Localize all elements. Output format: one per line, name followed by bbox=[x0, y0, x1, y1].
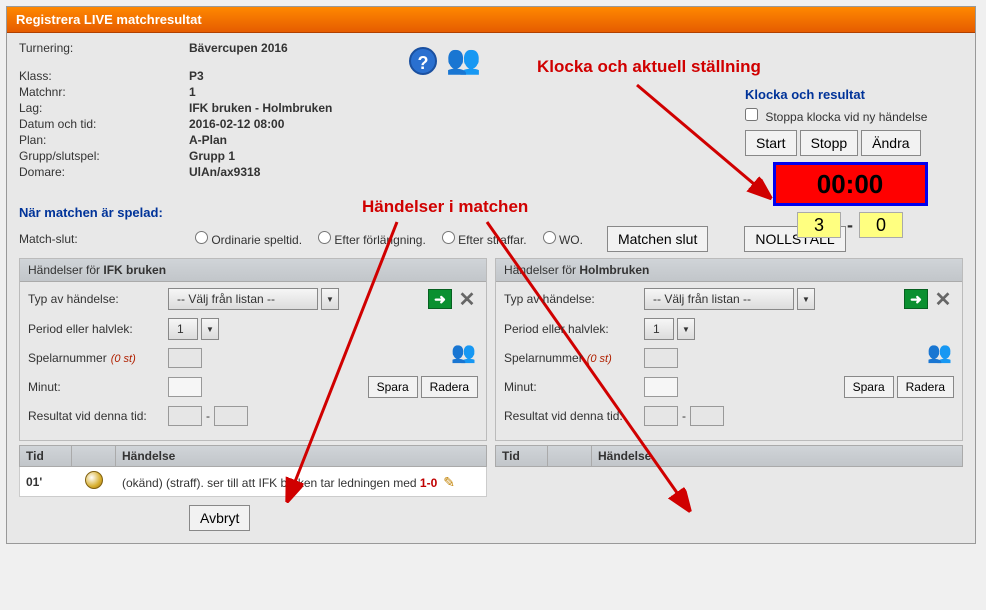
playernum-count: (0 st) bbox=[587, 353, 612, 365]
period-caret[interactable]: ▼ bbox=[677, 318, 695, 340]
ball-icon bbox=[85, 471, 103, 489]
playernum-input[interactable] bbox=[644, 348, 678, 368]
home-team-panel: Händelser för IFK bruken ➜ ✕ 👥 Typ av hä… bbox=[19, 258, 487, 441]
value-ref: UlAn/ax9318 bbox=[189, 165, 399, 179]
value-tournament: Bävercupen 2016 bbox=[189, 41, 399, 55]
label-group: Grupp/slutspel: bbox=[19, 149, 189, 163]
playernum-label: Spelarnummer bbox=[504, 351, 583, 365]
value-group: Grupp 1 bbox=[189, 149, 399, 163]
playernum-input[interactable] bbox=[168, 348, 202, 368]
result-at-label: Resultat vid denna tid: bbox=[28, 409, 168, 423]
event-type-caret[interactable]: ▼ bbox=[797, 288, 815, 310]
value-teams: IFK bruken - Holmbruken bbox=[189, 101, 399, 115]
people-icon[interactable]: 👥 bbox=[927, 340, 952, 365]
clock-heading: Klocka och resultat bbox=[745, 87, 955, 102]
save-button[interactable]: Spara bbox=[368, 376, 418, 398]
result-home-input[interactable] bbox=[644, 406, 678, 426]
event-type-caret[interactable]: ▼ bbox=[321, 288, 339, 310]
label-matchnr: Matchnr: bbox=[19, 85, 189, 99]
label-teams: Lag: bbox=[19, 101, 189, 115]
submit-icon[interactable]: ➜ bbox=[428, 289, 452, 309]
help-icon[interactable]: ? bbox=[409, 47, 437, 75]
result-dash: - bbox=[682, 409, 686, 423]
window-title: Registrera LIVE matchresultat bbox=[7, 7, 975, 33]
clock-display: 00:00 bbox=[773, 162, 928, 206]
event-type-select[interactable]: -- Välj från listan -- bbox=[644, 288, 794, 310]
minute-input[interactable] bbox=[168, 377, 202, 397]
radio-penalties[interactable] bbox=[442, 231, 455, 244]
minute-input[interactable] bbox=[644, 377, 678, 397]
clock-stop-button[interactable]: Stopp bbox=[800, 130, 859, 156]
col-icon bbox=[72, 446, 116, 466]
period-select[interactable]: 1 bbox=[644, 318, 674, 340]
event-row[interactable]: 01' (okänd) (straff). ser till att IFK b… bbox=[19, 467, 487, 497]
result-away-input[interactable] bbox=[690, 406, 724, 426]
people-icon[interactable]: 👥 bbox=[451, 340, 476, 365]
cancel-button[interactable]: Avbryt bbox=[189, 505, 250, 531]
label-tournament: Turnering: bbox=[19, 41, 189, 55]
label-datetime: Datum och tid: bbox=[19, 117, 189, 131]
close-icon[interactable]: ✕ bbox=[932, 288, 954, 310]
event-type-select[interactable]: -- Välj från listan -- bbox=[168, 288, 318, 310]
period-caret[interactable]: ▼ bbox=[201, 318, 219, 340]
annotation-events: Händelser i matchen bbox=[362, 197, 528, 217]
close-icon[interactable]: ✕ bbox=[456, 288, 478, 310]
result-at-label: Resultat vid denna tid: bbox=[504, 409, 644, 423]
score-away-input[interactable] bbox=[859, 212, 903, 238]
match-end-label: Match-slut: bbox=[19, 232, 189, 246]
annotation-clock: Klocka och aktuell ställning bbox=[537, 57, 761, 77]
minute-label: Minut: bbox=[28, 380, 168, 394]
away-team-panel: Händelser för Holmbruken ➜ ✕ 👥 Typ av hä… bbox=[495, 258, 963, 441]
value-class: P3 bbox=[189, 69, 399, 83]
period-label: Period eller halvlek: bbox=[504, 322, 644, 336]
stop-clock-on-event-checkbox[interactable] bbox=[745, 108, 758, 121]
stop-clock-label: Stoppa klocka vid ny händelse bbox=[765, 110, 927, 124]
edit-icon[interactable]: ✎ bbox=[443, 474, 459, 490]
delete-button[interactable]: Radera bbox=[897, 376, 954, 398]
people-icon[interactable]: 👥 bbox=[446, 44, 481, 75]
event-time: 01' bbox=[20, 471, 72, 493]
col-time: Tid bbox=[20, 446, 72, 466]
home-events-header: Tid Händelse bbox=[19, 445, 487, 467]
playernum-count: (0 st) bbox=[111, 353, 136, 365]
radio-ordinary[interactable] bbox=[195, 231, 208, 244]
minute-label: Minut: bbox=[504, 380, 644, 394]
home-panel-header: Händelser för IFK bruken bbox=[20, 259, 486, 282]
result-dash: - bbox=[206, 409, 210, 423]
event-type-label: Typ av händelse: bbox=[28, 292, 168, 306]
label-ref: Domare: bbox=[19, 165, 189, 179]
value-field: A-Plan bbox=[189, 133, 399, 147]
save-button[interactable]: Spara bbox=[844, 376, 894, 398]
clock-start-button[interactable]: Start bbox=[745, 130, 797, 156]
value-matchnr: 1 bbox=[189, 85, 399, 99]
submit-icon[interactable]: ➜ bbox=[904, 289, 928, 309]
score-home-input[interactable] bbox=[797, 212, 841, 238]
event-type-label: Typ av händelse: bbox=[504, 292, 644, 306]
score-dash: - bbox=[847, 215, 853, 236]
period-label: Period eller halvlek: bbox=[28, 322, 168, 336]
value-datetime: 2016-02-12 08:00 bbox=[189, 117, 399, 131]
clock-edit-button[interactable]: Ändra bbox=[861, 130, 920, 156]
playernum-label: Spelarnummer bbox=[28, 351, 107, 365]
period-select[interactable]: 1 bbox=[168, 318, 198, 340]
result-home-input[interactable] bbox=[168, 406, 202, 426]
delete-button[interactable]: Radera bbox=[421, 376, 478, 398]
label-field: Plan: bbox=[19, 133, 189, 147]
label-class: Klass: bbox=[19, 69, 189, 83]
result-away-input[interactable] bbox=[214, 406, 248, 426]
